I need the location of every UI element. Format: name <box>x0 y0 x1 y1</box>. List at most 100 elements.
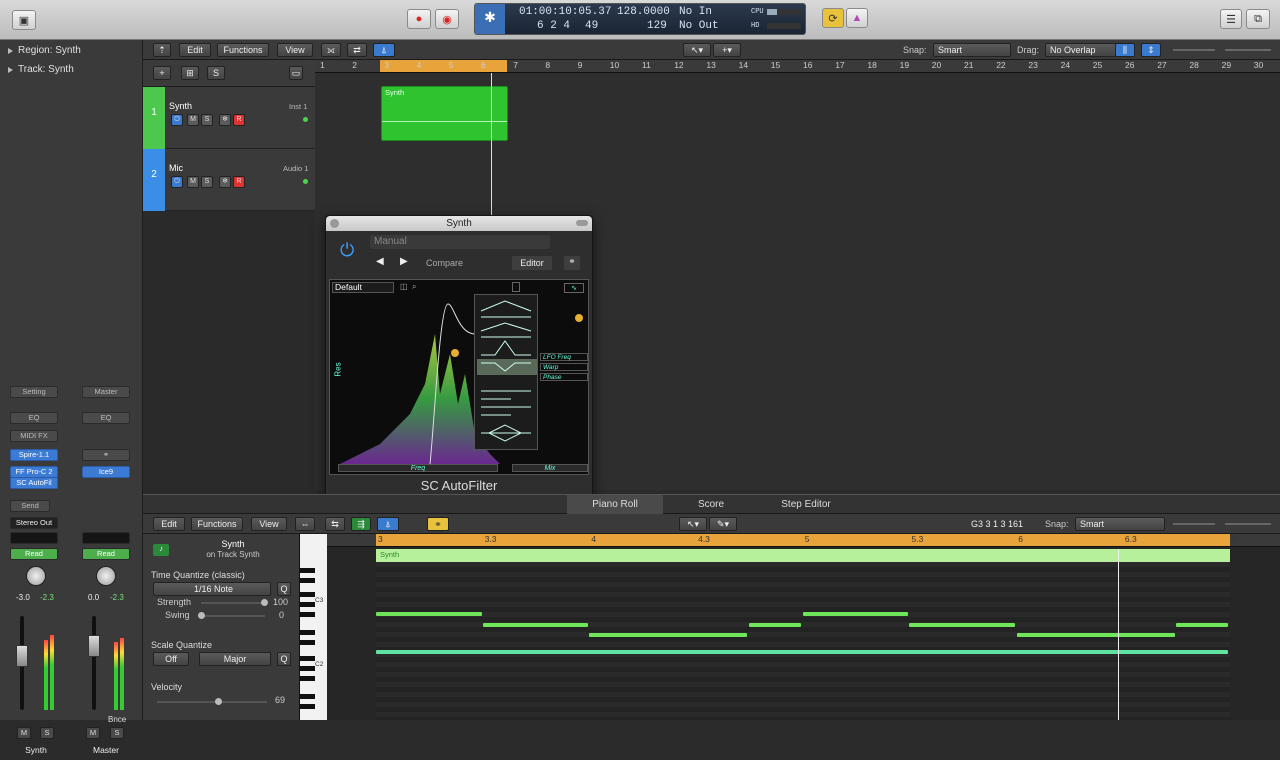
view-menu[interactable]: View <box>251 517 287 531</box>
flex-icon[interactable]: ⇄ <box>347 43 367 57</box>
midi-note[interactable] <box>1176 623 1228 627</box>
power-icon[interactable]: ⏻ <box>171 114 183 126</box>
group-slot[interactable] <box>10 532 58 544</box>
region-inspector-toggle[interactable]: Region: Synth <box>0 42 143 60</box>
pointer-tool[interactable]: ↖▾ <box>683 43 711 57</box>
waveform-icon[interactable]: ∿ <box>564 283 584 293</box>
mute-button[interactable]: M <box>86 727 100 739</box>
setting-button[interactable]: Setting <box>10 386 58 398</box>
lcd-display[interactable]: ✱ 01:00:10:05.37 6 2 4 49 128.0000 129 N… <box>474 3 806 35</box>
roll-playhead[interactable] <box>1118 549 1119 720</box>
lfo-handle[interactable] <box>575 314 583 322</box>
preset-menu[interactable]: Manual <box>370 235 550 249</box>
track-name[interactable]: Synth <box>169 101 192 111</box>
freq-slider[interactable]: Freq <box>338 464 498 472</box>
expand-icon[interactable] <box>576 220 588 226</box>
vertical-zoom-slider[interactable] <box>1173 523 1215 525</box>
list-editors-button[interactable]: ☰ <box>1220 9 1242 29</box>
save-icon[interactable]: ◫ <box>400 282 408 291</box>
snap-select[interactable]: Smart <box>933 43 1011 57</box>
track-name[interactable]: Mic <box>169 163 183 173</box>
catch-icon[interactable]: ⇶ <box>351 517 371 531</box>
solo-button[interactable]: S <box>201 176 213 188</box>
functions-menu[interactable]: Functions <box>191 517 243 531</box>
cycle-button[interactable]: ⟳ <box>822 8 844 28</box>
warp-param[interactable]: Warp <box>540 363 588 371</box>
tab-piano-roll[interactable]: Piano Roll <box>567 495 663 514</box>
midi-note[interactable] <box>376 612 482 616</box>
playhead[interactable] <box>491 73 492 215</box>
pencil-tool[interactable]: +▾ <box>713 43 741 57</box>
piano-roll-grid[interactable]: 3 3.3 4 4.3 5 5.3 6 6.3 7 Synth <box>327 534 1280 720</box>
mute-button[interactable]: M <box>187 176 199 188</box>
midi-note[interactable] <box>483 623 588 627</box>
scale-type-select[interactable]: Major <box>199 652 271 666</box>
global-solo-button[interactable]: S <box>207 66 225 80</box>
record-button[interactable]: ● <box>407 9 431 29</box>
record-enable-button[interactable]: R <box>233 114 245 126</box>
gear-icon[interactable]: ✱ <box>475 4 505 34</box>
midi-in-icon[interactable]: ⇆ <box>325 517 345 531</box>
midi-note[interactable] <box>909 623 1015 627</box>
midi-fx-slot[interactable]: MIDI FX <box>10 430 58 442</box>
pointer-tool[interactable]: ↖▾ <box>679 517 707 531</box>
library-button[interactable]: ▣ <box>12 10 36 30</box>
audio-fx-slot-2[interactable]: SC AutoFil <box>10 477 58 489</box>
compare-button[interactable]: Compare <box>426 258 463 268</box>
edit-menu[interactable]: Edit <box>153 517 185 531</box>
setting-button[interactable]: Master <box>82 386 130 398</box>
freeze-icon[interactable]: ❄ <box>219 114 231 126</box>
view-menu[interactable]: Editor <box>512 256 552 270</box>
view-menu[interactable]: View <box>277 43 313 57</box>
vertical-zoom-icon[interactable]: ⇕ <box>1141 43 1161 57</box>
display-preset-menu[interactable]: Default <box>332 282 394 293</box>
midi-region[interactable]: Synth <box>381 86 508 141</box>
audio-fx-slot-1[interactable]: Ice9 <box>82 466 130 478</box>
sync-icon[interactable] <box>512 282 520 292</box>
midi-note[interactable] <box>589 633 747 637</box>
eq-slot[interactable]: EQ <box>82 412 130 424</box>
next-preset-icon[interactable]: ▶ <box>400 256 408 267</box>
phase-param[interactable]: Phase <box>540 373 588 381</box>
automation-icon[interactable]: ⍋ <box>373 43 395 57</box>
collapse-icon[interactable]: ▭ <box>289 66 303 80</box>
power-icon[interactable]: ⏻ <box>340 240 360 260</box>
track-row[interactable]: 2 Mic Audio 1 ⏻ M S ❄ R <box>143 149 315 211</box>
catch-icon[interactable]: ⟗ <box>321 43 341 57</box>
edit-menu[interactable]: Edit <box>179 43 211 57</box>
scale-root-select[interactable]: Off <box>153 652 189 666</box>
functions-menu[interactable]: Functions <box>217 43 269 57</box>
automation-mode[interactable]: Read <box>82 548 130 560</box>
pan-knob[interactable] <box>26 566 46 586</box>
tab-score[interactable]: Score <box>663 495 759 514</box>
mute-button[interactable]: M <box>187 114 199 126</box>
record-enable-button[interactable]: R <box>233 176 245 188</box>
roll-region-header[interactable]: Synth <box>376 549 1230 562</box>
automation-icon[interactable]: ⍋ <box>377 517 399 531</box>
solo-button[interactable]: S <box>110 727 124 739</box>
group-slot[interactable] <box>82 532 130 544</box>
eq-slot[interactable]: EQ <box>10 412 58 424</box>
link-icon[interactable]: ⚭ <box>82 449 130 461</box>
link-icon[interactable]: ⚭ <box>564 256 580 270</box>
piano-keyboard[interactable]: C3 C2 <box>300 534 327 720</box>
strength-slider[interactable] <box>201 599 268 606</box>
vertical-zoom-slider[interactable] <box>1173 49 1215 51</box>
snap-select[interactable]: Smart <box>1075 517 1165 531</box>
midi-note[interactable] <box>803 612 908 616</box>
drag-select[interactable]: No Overlap <box>1045 43 1117 57</box>
power-icon[interactable]: ⏻ <box>171 176 183 188</box>
collapse-icon[interactable]: ⇔ <box>295 517 315 531</box>
capture-record-button[interactable]: ◉ <box>435 9 459 29</box>
bar-ruler[interactable]: 1 2 3 4 5 6 7 8 9 10 11 12 13 14 15 16 17 18 19 20 21 22 23 24 2… <box>315 60 1280 73</box>
midi-note[interactable] <box>1017 633 1175 637</box>
link-icon[interactable]: ⚭ <box>427 517 449 531</box>
send-slot[interactable]: Send <box>10 500 50 512</box>
waveform-zoom-icon[interactable]: ⫼ <box>1115 43 1135 57</box>
roll-ruler[interactable]: 3 3.3 4 4.3 5 5.3 6 6.3 7 <box>327 534 1280 547</box>
output-slot[interactable]: Stereo Out <box>10 517 58 529</box>
lfo-freq-param[interactable]: LFO Freq <box>540 353 588 361</box>
horizontal-zoom-slider[interactable] <box>1225 49 1271 51</box>
search-icon[interactable]: ⌕ <box>412 282 416 292</box>
metronome-button[interactable]: ▲ <box>846 8 868 28</box>
